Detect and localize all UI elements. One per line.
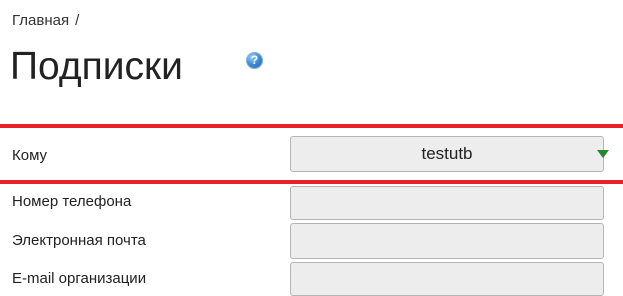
to-label: Кому: [12, 147, 48, 164]
email-label: Электронная почта: [12, 232, 146, 249]
help-icon[interactable]: ?: [246, 52, 263, 69]
phone-label: Номер телефона: [12, 193, 132, 210]
breadcrumb-home-link[interactable]: Главная: [12, 12, 69, 29]
highlight-line-top: [0, 124, 623, 128]
email-field[interactable]: [290, 223, 604, 259]
org-email-field[interactable]: [290, 262, 604, 296]
page-title: Подписки: [10, 45, 183, 88]
to-select[interactable]: testutb: [290, 136, 604, 172]
breadcrumb: Главная /: [12, 12, 79, 29]
breadcrumb-separator: /: [75, 12, 80, 29]
org-email-label: E-mail организации: [12, 270, 147, 287]
phone-field[interactable]: [290, 186, 604, 220]
highlight-line-bottom: [0, 180, 623, 184]
chevron-down-icon[interactable]: [597, 150, 609, 158]
